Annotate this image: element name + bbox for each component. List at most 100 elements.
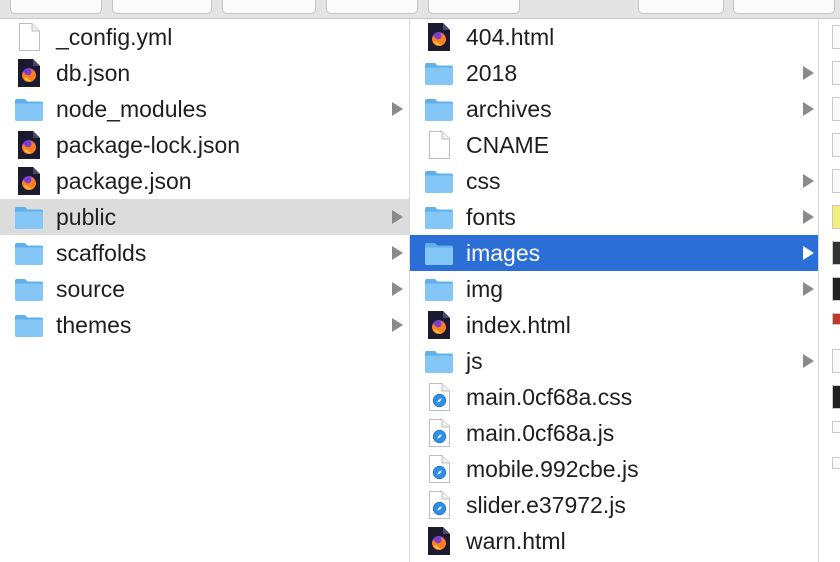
disclosure-arrow-icon[interactable] [803, 66, 814, 80]
list-item-images[interactable]: images [410, 235, 818, 271]
firefox-icon [424, 310, 454, 340]
list-item-2018[interactable]: 2018 [410, 55, 818, 91]
column-images-preview[interactable] [819, 19, 840, 562]
disclosure-arrow-icon[interactable] [803, 282, 814, 296]
list-item-mobile-992cbe-js[interactable]: mobile.992cbe.js [410, 451, 818, 487]
file-thumbnail[interactable] [832, 25, 840, 49]
item-label: package-lock.json [56, 132, 241, 158]
safari-doc-icon [424, 382, 454, 412]
firefox-icon [424, 526, 454, 556]
list-item-js[interactable]: js [410, 343, 818, 379]
list-item-img[interactable]: img [410, 271, 818, 307]
list-item-source[interactable]: source [0, 271, 409, 307]
disclosure-arrow-icon[interactable] [392, 246, 403, 260]
firefox-icon [14, 58, 44, 88]
toolbar-button[interactable] [112, 0, 212, 14]
item-label: js [466, 348, 483, 374]
list-item-index-html[interactable]: index.html [410, 307, 818, 343]
folder-icon [14, 274, 44, 304]
list-item-slider-e37972-js[interactable]: slider.e37972.js [410, 487, 818, 523]
item-label: node_modules [56, 96, 207, 122]
list-item-themes[interactable]: themes [0, 307, 409, 343]
document-icon [424, 130, 454, 160]
list-item-fonts[interactable]: fonts [410, 199, 818, 235]
safari-doc-icon [424, 418, 454, 448]
item-label: package.json [56, 168, 192, 194]
item-label: 2018 [466, 60, 518, 86]
folder-icon [14, 310, 44, 340]
list-item-scaffolds[interactable]: scaffolds [0, 235, 409, 271]
firefox-icon [424, 22, 454, 52]
list-item-node-modules[interactable]: node_modules [0, 91, 409, 127]
disclosure-arrow-icon[interactable] [392, 102, 403, 116]
folder-icon [424, 346, 454, 376]
item-label: source [56, 276, 126, 302]
list-item-css[interactable]: css [410, 163, 818, 199]
toolbar-button[interactable] [10, 0, 102, 14]
file-thumbnail[interactable] [832, 277, 840, 301]
list-item-main-0cf68a-js[interactable]: main.0cf68a.js [410, 415, 818, 451]
toolbar [0, 0, 840, 19]
folder-icon [424, 94, 454, 124]
file-thumbnail[interactable] [832, 169, 840, 193]
document-icon [14, 22, 44, 52]
item-label: fonts [466, 204, 516, 230]
file-thumbnail[interactable] [832, 421, 840, 433]
toolbar-button[interactable] [222, 0, 316, 14]
item-label: db.json [56, 60, 131, 86]
item-label: slider.e37972.js [466, 492, 626, 518]
item-label: public [56, 204, 117, 230]
disclosure-arrow-icon[interactable] [392, 318, 403, 332]
file-thumbnail[interactable] [832, 385, 840, 409]
file-thumbnail[interactable] [832, 313, 840, 325]
toolbar-button[interactable] [326, 0, 418, 14]
item-label: img [466, 276, 504, 302]
firefox-icon [14, 166, 44, 196]
list-item-public[interactable]: public [0, 199, 409, 235]
safari-doc-icon [424, 490, 454, 520]
folder-icon [14, 238, 44, 268]
list-item-config-yml[interactable]: _config.yml [0, 19, 409, 55]
firefox-icon [14, 130, 44, 160]
disclosure-arrow-icon[interactable] [803, 210, 814, 224]
file-thumbnail[interactable] [832, 133, 840, 157]
folder-icon [424, 274, 454, 304]
column-public[interactable]: 404.html 2018 archives CNAME css fonts images i… [410, 19, 819, 562]
toolbar-button[interactable] [733, 0, 835, 14]
file-thumbnail[interactable] [832, 205, 840, 229]
disclosure-arrow-icon[interactable] [392, 282, 403, 296]
toolbar-button[interactable] [428, 0, 520, 14]
item-label: index.html [466, 312, 571, 338]
folder-icon [424, 238, 454, 268]
list-item-package-json[interactable]: package.json [0, 163, 409, 199]
item-label: CNAME [466, 132, 550, 158]
file-thumbnail[interactable] [832, 61, 840, 85]
item-label: main.0cf68a.js [466, 420, 615, 446]
list-item-cname[interactable]: CNAME [410, 127, 818, 163]
disclosure-arrow-icon[interactable] [803, 354, 814, 368]
file-thumbnail[interactable] [832, 457, 840, 469]
item-label: css [466, 168, 501, 194]
folder-icon [14, 94, 44, 124]
disclosure-arrow-icon[interactable] [803, 174, 814, 188]
item-label: mobile.992cbe.js [466, 456, 639, 482]
disclosure-arrow-icon[interactable] [803, 102, 814, 116]
toolbar-button[interactable] [638, 0, 724, 14]
item-label: images [466, 240, 541, 266]
list-item-404-html[interactable]: 404.html [410, 19, 818, 55]
disclosure-arrow-icon[interactable] [803, 246, 814, 260]
file-thumbnail[interactable] [832, 349, 840, 373]
list-item-archives[interactable]: archives [410, 91, 818, 127]
file-thumbnail[interactable] [832, 97, 840, 121]
item-label: 404.html [466, 24, 555, 50]
list-item-package-lock-json[interactable]: package-lock.json [0, 127, 409, 163]
list-item-warn-html[interactable]: warn.html [410, 523, 818, 559]
column-root[interactable]: _config.yml db.json node_modules package-lo… [0, 19, 410, 562]
disclosure-arrow-icon[interactable] [392, 210, 403, 224]
item-label: themes [56, 312, 132, 338]
list-item-db-json[interactable]: db.json [0, 55, 409, 91]
item-label: archives [466, 96, 552, 122]
item-label: warn.html [466, 528, 566, 554]
file-thumbnail[interactable] [832, 241, 840, 265]
list-item-main-0cf68a-css[interactable]: main.0cf68a.css [410, 379, 818, 415]
